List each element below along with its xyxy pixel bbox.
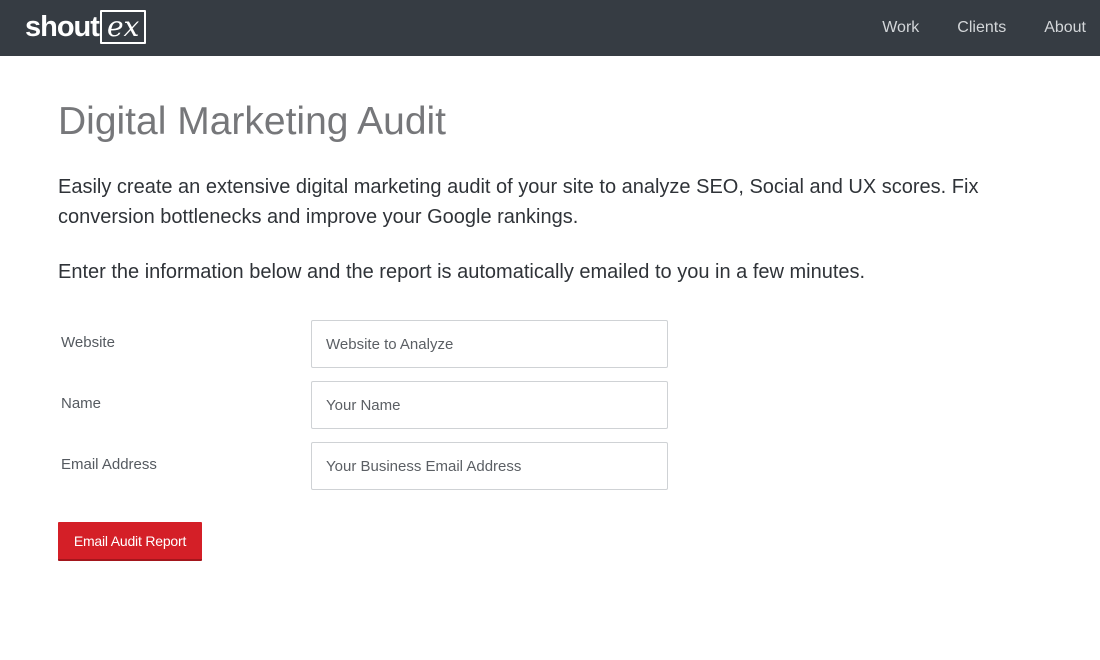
email-input[interactable]: [311, 442, 668, 490]
logo-boxed-text: ex: [99, 10, 147, 44]
logo-main-text: shout: [25, 11, 100, 43]
main-nav: Work Clients About: [844, 0, 1086, 56]
email-row: Email Address: [58, 442, 678, 490]
nav-link-clients[interactable]: Clients: [957, 19, 1006, 37]
email-audit-report-button[interactable]: Email Audit Report: [58, 522, 202, 561]
nav-link-about[interactable]: About: [1044, 19, 1086, 37]
website-label: Website: [61, 334, 115, 351]
shoutex-logo[interactable]: shout ex: [25, 9, 147, 45]
name-row: Name: [58, 381, 678, 429]
top-navbar: shout ex Work Clients About: [0, 0, 1100, 56]
name-input[interactable]: [311, 381, 668, 429]
website-row: Website: [58, 320, 678, 368]
instructions-text: Enter the information below and the repo…: [58, 261, 866, 283]
email-label: Email Address: [61, 456, 157, 473]
name-label: Name: [61, 395, 102, 412]
page-title: Digital Marketing Audit: [58, 100, 447, 143]
nav-link-work[interactable]: Work: [882, 19, 919, 37]
intro-text: Easily create an extensive digital marke…: [58, 176, 979, 228]
website-input[interactable]: [311, 320, 668, 368]
